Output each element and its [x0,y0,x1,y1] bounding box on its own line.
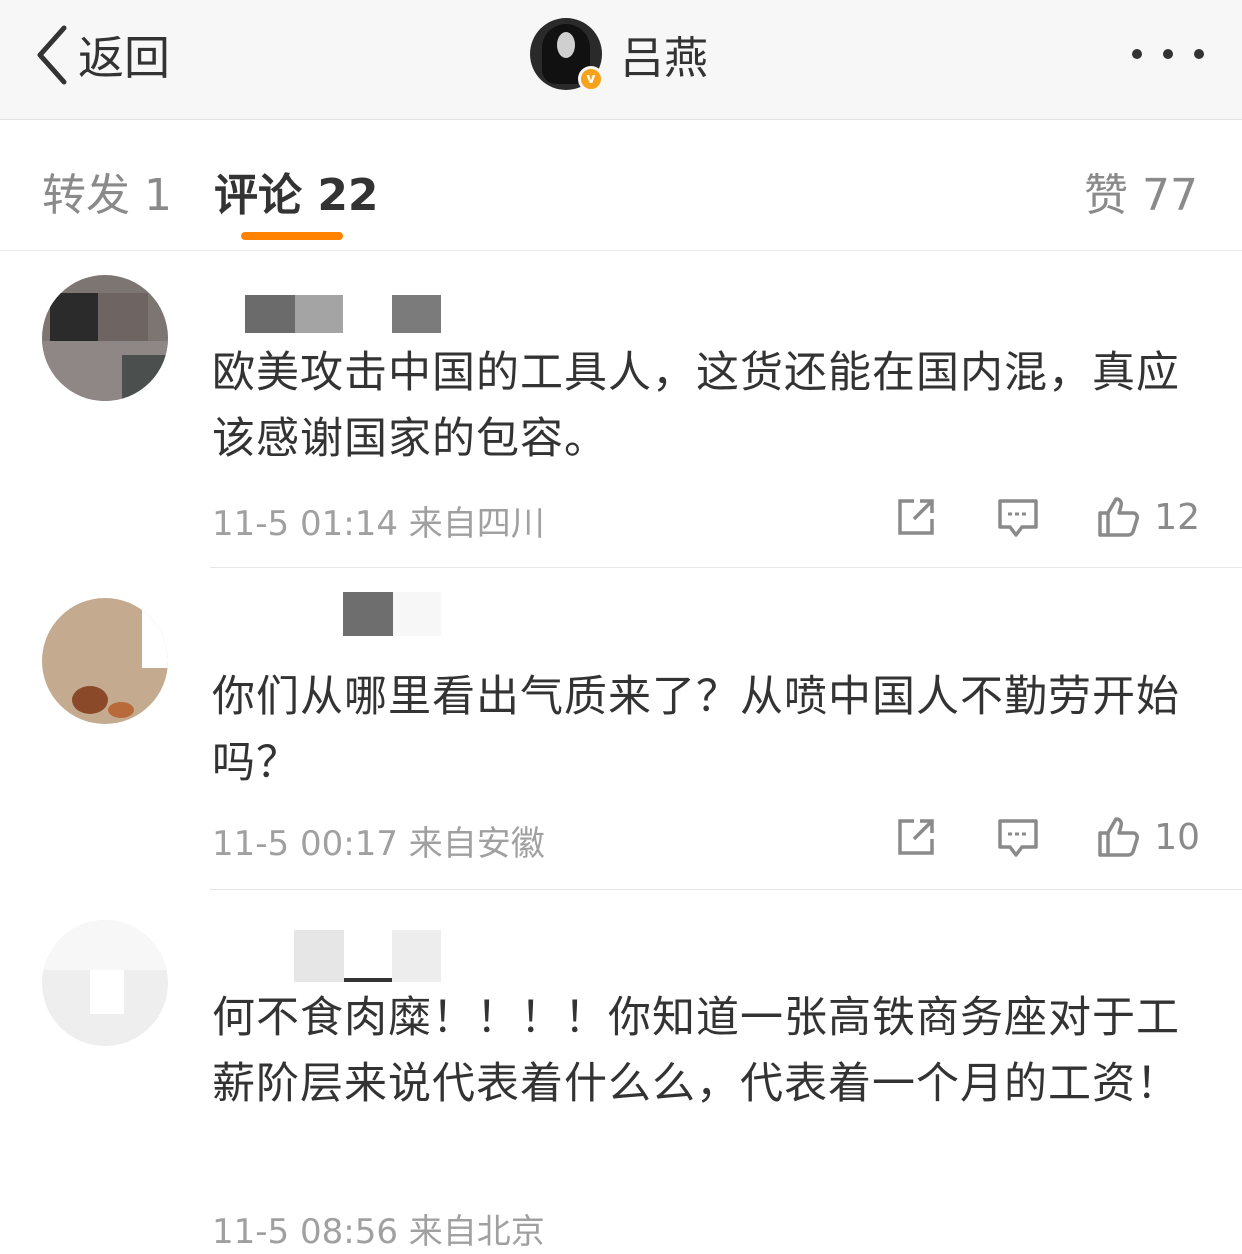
like-count: 10 [1154,816,1200,858]
commenter-avatar[interactable] [42,920,168,1046]
comment-meta: 11-5 00:17 来自安徽 [212,816,545,865]
commenter-avatar[interactable] [42,275,168,401]
comment-time: 11-5 00:17 [212,824,398,864]
profile-header[interactable]: v 吕燕 [530,18,708,92]
share-icon [898,819,934,855]
reply-button[interactable] [996,495,1040,539]
author-name[interactable]: 吕燕 [620,22,708,86]
divider [210,567,1242,568]
thumbs-up-icon [1098,497,1140,537]
comment-actions: 10 [894,812,1200,862]
comment-time: 11-5 08:56 [212,1212,398,1252]
comment-time: 11-5 01:14 [212,504,398,544]
chevron-left-icon [37,25,67,85]
divider [210,889,1242,890]
verified-badge-icon: v [578,66,604,92]
commenter-name-redacted[interactable] [212,930,452,982]
comment-icon [998,819,1038,857]
comment-location: 来自四川 [408,504,545,544]
comment-location: 来自安徽 [408,824,545,864]
back-button[interactable]: 返回 [34,22,170,88]
comment-meta: 11-5 08:56 来自北京 [212,1204,545,1253]
tab-comments[interactable]: 评论 22 [214,159,379,223]
share-button[interactable] [894,815,938,859]
active-tab-indicator [241,232,343,240]
top-nav-bar: 返回 v 吕燕 [0,0,1242,120]
more-dots-icon [1132,49,1142,59]
like-count: 12 [1154,496,1200,538]
author-avatar[interactable]: v [530,18,604,92]
comment-meta: 11-5 01:14 来自四川 [212,496,545,545]
comment-text: 你们从哪里看出气质来了？从喷中国人不勤劳开始吗？ [212,672,1180,788]
commenter-name-redacted[interactable] [212,592,452,636]
thumbs-up-icon [1098,817,1140,857]
comment-text: 何不食肉糜！！！！你知道一张高铁商务座对于工薪阶层来说代表着什么么，代表着一个月… [212,993,1180,1109]
tab-bar: 转发 1 评论 22 赞 77 [0,121,1242,251]
comment-icon [998,499,1038,537]
back-label: 返回 [78,31,170,85]
commenter-name-redacted[interactable] [212,295,452,335]
share-button[interactable] [894,495,938,539]
like-button[interactable]: 10 [1096,815,1200,859]
comment-location: 来自北京 [408,1212,545,1252]
like-button[interactable]: 12 [1096,495,1200,539]
comment-text: 欧美攻击中国的工具人，这货还能在国内混，真应该感谢国家的包容。 [212,348,1180,464]
reply-button[interactable] [996,815,1040,859]
tab-repost[interactable]: 转发 1 [42,159,172,223]
tab-likes[interactable]: 赞 77 [1084,159,1198,223]
share-icon [898,499,934,535]
more-options-button[interactable] [1132,42,1204,66]
comment-actions: 12 [894,492,1200,542]
commenter-avatar[interactable] [42,598,168,724]
